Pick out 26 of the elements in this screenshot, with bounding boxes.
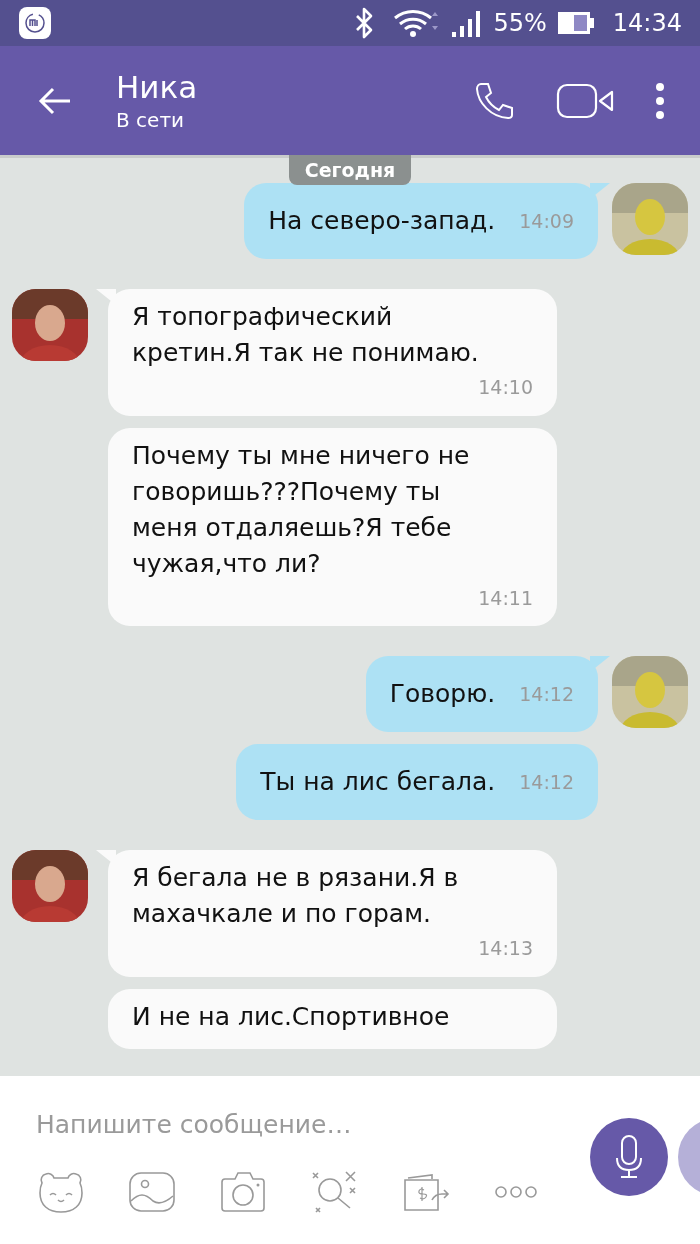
message-time: 14:11 — [477, 585, 533, 611]
contact-status: В сети — [116, 106, 186, 134]
message-time: 14:10 — [477, 375, 533, 400]
sticker-icon[interactable] — [36, 1170, 86, 1214]
message-text: На северо-запад. — [268, 205, 496, 237]
message-text: Я бегала не в рязани.Я в махачкале и по горам. — [132, 862, 460, 930]
message-time: 14:13 — [477, 936, 533, 961]
message-input[interactable]: Напишите сообщение… — [36, 1104, 556, 1144]
message-text: Я топографический кретин.Я так не понимаю. — [132, 301, 480, 369]
date-label: Сегодня — [288, 155, 412, 185]
battery-icon — [556, 11, 595, 35]
contact-name: Ника — [116, 67, 199, 106]
more-icon[interactable] — [494, 1185, 538, 1199]
message-time: 14:09 — [519, 208, 574, 234]
microphone-icon — [614, 1134, 644, 1180]
message-text: Почему ты мне ничего не говоришь???Почему ты меня отдаляешь?Я тебе чужая,что ли? — [132, 439, 471, 580]
battery-text: 55% — [493, 8, 547, 39]
camera-icon[interactable] — [218, 1170, 268, 1214]
message-time: 14:12 — [519, 769, 574, 795]
message-time: 14:12 — [519, 681, 574, 707]
gallery-icon[interactable] — [128, 1171, 176, 1213]
message-text: Ты на лис бегала. — [260, 766, 496, 798]
message-text: Говорю. — [389, 678, 496, 710]
message-text: И не на лис.Спортивное — [132, 1000, 451, 1033]
status-time: 14:34 — [612, 8, 682, 39]
app-logo-icon — [18, 6, 52, 40]
